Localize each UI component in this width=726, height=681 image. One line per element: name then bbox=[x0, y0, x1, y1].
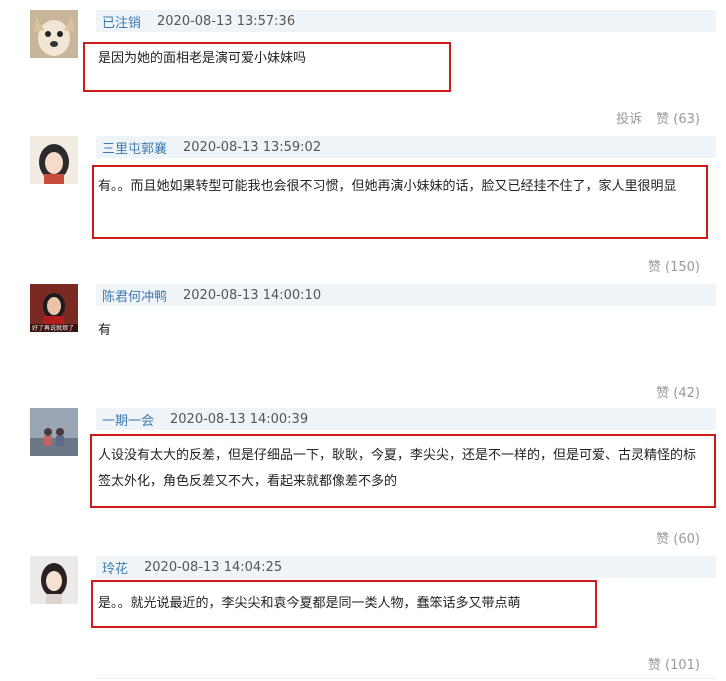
avatar[interactable]: 好了再说就烦了 bbox=[30, 284, 78, 332]
author-name[interactable]: 玲花 bbox=[102, 558, 128, 577]
comment-meta: 三里屯郭襄 2020-08-13 13:59:02 bbox=[96, 136, 716, 158]
highlight-box bbox=[83, 42, 451, 92]
highlight-box bbox=[92, 165, 708, 239]
comment-actions: 赞 (60) bbox=[656, 528, 700, 547]
highlight-box bbox=[91, 580, 597, 628]
timestamp: 2020-08-13 14:00:10 bbox=[183, 287, 322, 303]
author-name[interactable]: 三里屯郭襄 bbox=[102, 138, 167, 157]
timestamp: 2020-08-13 13:57:36 bbox=[157, 13, 296, 29]
avatar[interactable] bbox=[30, 136, 78, 184]
comment-text: 有 bbox=[98, 323, 112, 338]
comment-actions: 赞 (42) bbox=[656, 382, 700, 401]
avatar[interactable] bbox=[30, 408, 78, 456]
divider bbox=[96, 678, 716, 679]
like-button[interactable]: 赞 (150) bbox=[648, 256, 700, 275]
report-button[interactable]: 投诉 bbox=[616, 108, 642, 127]
comment-actions: 赞 (101) bbox=[648, 654, 700, 673]
comment-meta: 玲花 2020-08-13 14:04:25 bbox=[96, 556, 716, 578]
timestamp: 2020-08-13 14:04:25 bbox=[144, 559, 283, 575]
timestamp: 2020-08-13 13:59:02 bbox=[183, 139, 322, 155]
author-name[interactable]: 陈君何冲鸭 bbox=[102, 286, 167, 305]
author-name[interactable]: 已注销 bbox=[102, 12, 141, 31]
comment-meta: 一期一会 2020-08-13 14:00:39 bbox=[96, 408, 716, 430]
avatar-caption: 好了再说就烦了 bbox=[32, 325, 75, 332]
like-button[interactable]: 赞 (42) bbox=[656, 382, 700, 401]
timestamp: 2020-08-13 14:00:39 bbox=[170, 411, 309, 427]
avatar[interactable] bbox=[30, 556, 78, 604]
highlight-box bbox=[90, 434, 716, 508]
avatar[interactable] bbox=[30, 10, 78, 58]
comment-actions: 投诉 赞 (63) bbox=[616, 108, 700, 127]
like-button[interactable]: 赞 (63) bbox=[656, 108, 700, 127]
comment-meta: 已注销 2020-08-13 13:57:36 bbox=[96, 10, 716, 32]
comment-meta: 陈君何冲鸭 2020-08-13 14:00:10 bbox=[96, 284, 716, 306]
author-name[interactable]: 一期一会 bbox=[102, 410, 154, 429]
like-button[interactable]: 赞 (60) bbox=[656, 528, 700, 547]
like-button[interactable]: 赞 (101) bbox=[648, 654, 700, 673]
comment-actions: 赞 (150) bbox=[648, 256, 700, 275]
